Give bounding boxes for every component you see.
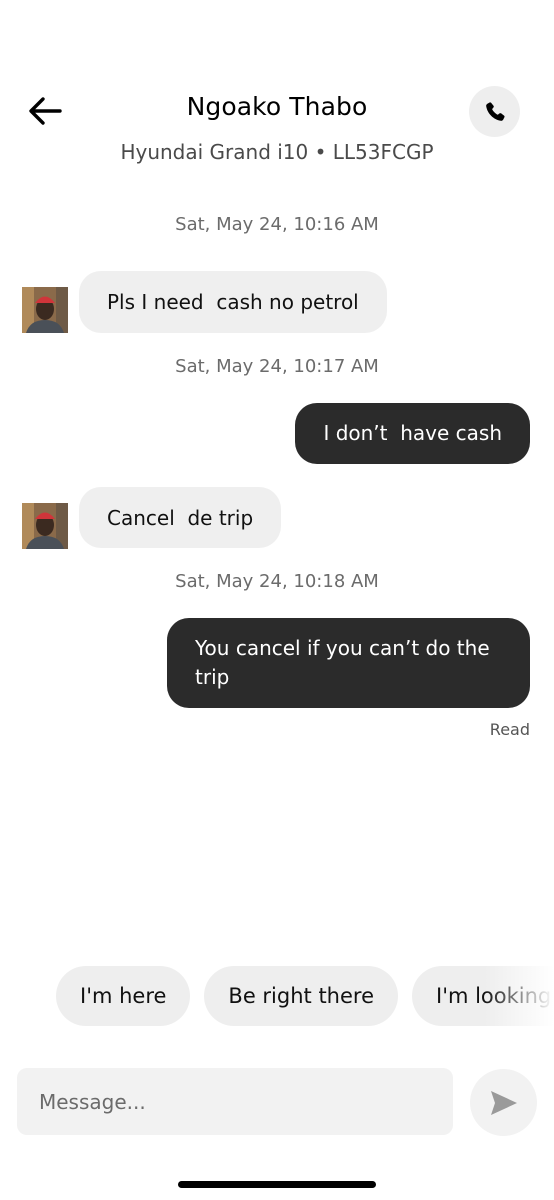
- message-text: You cancel if you can’t do the trip: [195, 636, 490, 689]
- message-text: I don’t have cash: [323, 421, 502, 445]
- message-text: Cancel de trip: [107, 505, 254, 530]
- vehicle-info: Hyundai Grand i10 • LL53FCGP: [120, 140, 434, 164]
- send-icon: [490, 1090, 517, 1115]
- home-indicator: [178, 1181, 376, 1188]
- incoming-message-bubble: Cancel de trip: [79, 487, 282, 548]
- quick-replies: I'm hereBe right thereI'm looking f: [56, 966, 554, 1028]
- message-timestamp: Sat, May 24, 10:16 AM: [175, 214, 379, 235]
- phone-icon: [485, 101, 505, 121]
- outgoing-message-bubble: You cancel if you can’t do the trip: [167, 618, 530, 708]
- outgoing-message-bubble: I don’t have cash: [295, 403, 530, 464]
- chat-header: Ngoako Thabo Hyundai Grand i10 • LL53FCG…: [0, 0, 554, 200]
- send-button[interactable]: [470, 1069, 537, 1136]
- incoming-message-bubble: Pls I need cash no petrol: [79, 271, 387, 333]
- message-timestamp: Sat, May 24, 10:17 AM: [175, 356, 379, 377]
- avatar: [22, 287, 68, 333]
- call-button[interactable]: [469, 86, 520, 137]
- avatar: [22, 503, 68, 549]
- chip-fade-overlay: [484, 966, 554, 1028]
- quick-reply-chip[interactable]: Be right there: [204, 966, 398, 1026]
- message-text: Pls I need cash no petrol: [107, 290, 359, 314]
- message-input[interactable]: [17, 1068, 453, 1135]
- read-receipt: Read: [489, 720, 530, 739]
- message-timestamp: Sat, May 24, 10:18 AM: [175, 571, 379, 592]
- quick-reply-chip[interactable]: I'm here: [56, 966, 191, 1026]
